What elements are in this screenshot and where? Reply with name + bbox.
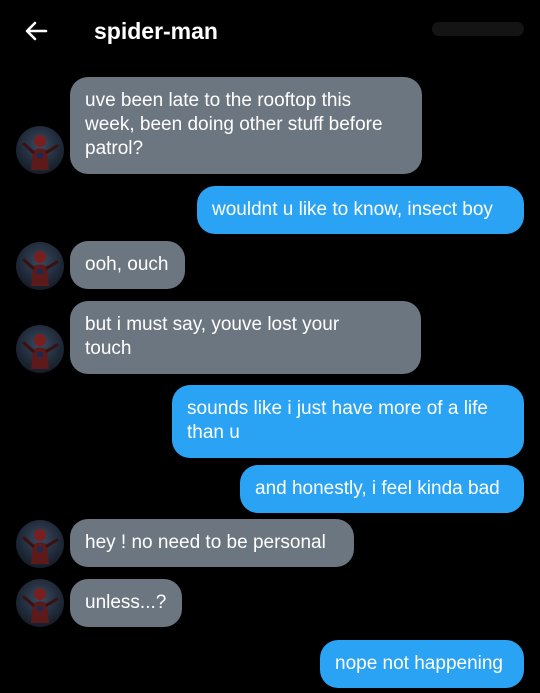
spider-man-avatar-icon — [22, 529, 59, 564]
chat-header: spider-man — [0, 0, 540, 62]
message-incoming[interactable]: but i must say, youve lost your touch — [70, 301, 421, 374]
contact-avatar[interactable] — [16, 325, 64, 373]
contact-avatar[interactable] — [16, 579, 64, 627]
message-outgoing[interactable]: sounds like i just have more of a life t… — [172, 385, 524, 458]
message-outgoing[interactable]: nope not happening — [320, 640, 524, 688]
message-incoming[interactable]: ooh, ouch — [70, 241, 185, 289]
contact-avatar[interactable] — [16, 126, 64, 174]
spider-man-avatar-icon — [22, 334, 59, 369]
spider-man-avatar-icon — [22, 251, 59, 286]
message-incoming[interactable]: hey ! no need to be personal — [70, 519, 354, 567]
message-outgoing[interactable]: wouldnt u like to know, insect boy — [197, 186, 524, 234]
contact-avatar[interactable] — [16, 242, 64, 290]
back-arrow-icon[interactable] — [22, 16, 52, 46]
contact-name[interactable]: spider-man — [94, 16, 218, 46]
header-icons — [432, 22, 524, 36]
message-outgoing[interactable]: and honestly, i feel kinda bad — [240, 465, 524, 513]
contact-avatar[interactable] — [16, 520, 64, 568]
message-incoming[interactable]: unless...? — [70, 579, 182, 627]
spider-man-avatar-icon — [22, 135, 59, 170]
spider-man-avatar-icon — [22, 588, 59, 623]
message-incoming[interactable]: uve been late to the rooftop this week, … — [70, 77, 422, 174]
